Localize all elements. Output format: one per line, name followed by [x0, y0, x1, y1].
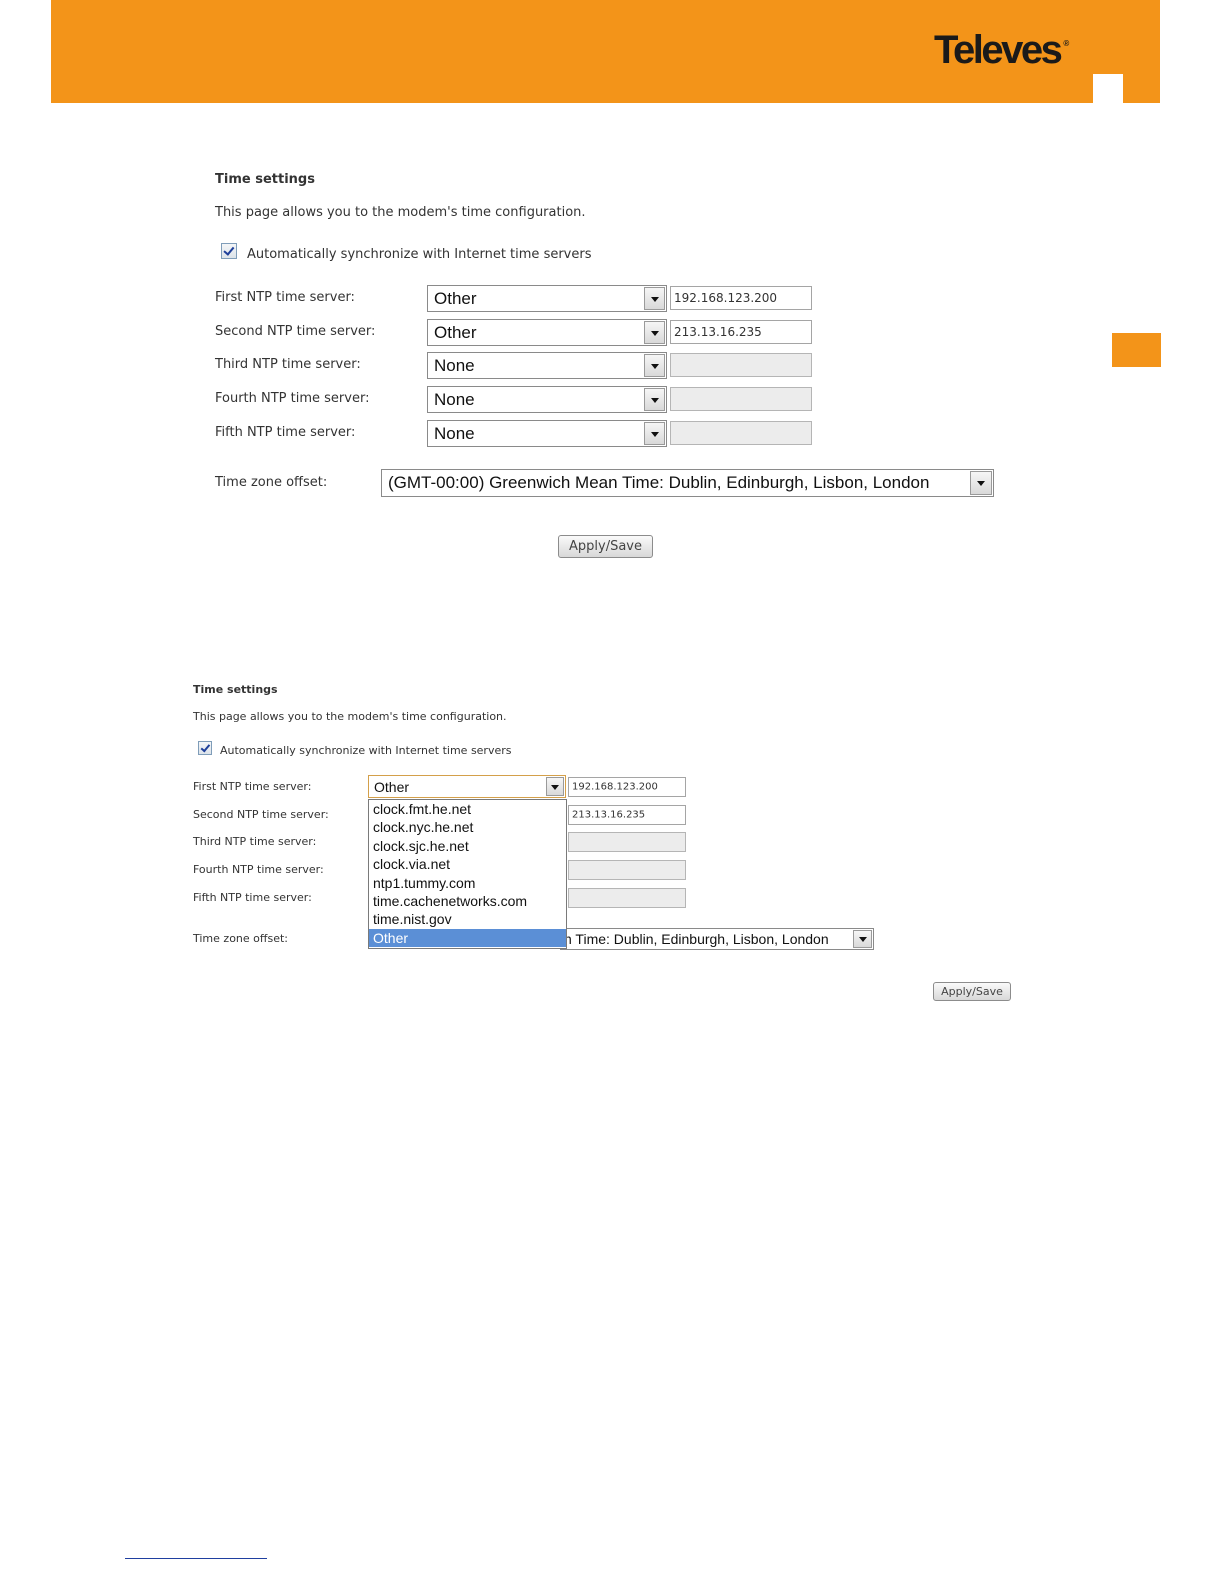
ntp-label-3: Third NTP time server:: [193, 835, 317, 848]
apply-save-button[interactable]: Apply/Save: [933, 982, 1011, 1001]
dropdown-option[interactable]: time.nist.gov: [369, 910, 566, 928]
timezone-select[interactable]: n Time: Dublin, Edinburgh, Lisbon, Londo…: [560, 928, 874, 950]
televes-logo: Televes ®: [934, 28, 1070, 72]
footnote-divider: [125, 1558, 267, 1559]
chevron-down-icon: [546, 777, 564, 796]
page-description: This page allows you to the modem's time…: [215, 205, 586, 220]
ntp-label-1: First NTP time server:: [193, 780, 312, 793]
side-tab-marker: [1112, 333, 1161, 367]
timezone-label: Time zone offset:: [193, 932, 288, 945]
ntp-server-4-select[interactable]: None: [427, 386, 667, 413]
ntp-options-dropdown[interactable]: clock.fmt.he.net clock.nyc.he.net clock.…: [368, 799, 567, 949]
ntp-server-3-input[interactable]: [568, 832, 686, 852]
ntp-server-5-input[interactable]: [568, 888, 686, 908]
timezone-label: Time zone offset:: [215, 475, 328, 490]
chevron-down-icon: [644, 354, 665, 377]
dropdown-option[interactable]: time.cachenetworks.com: [369, 892, 566, 910]
ntp-server-1-select[interactable]: Other: [427, 285, 667, 312]
ntp-server-4-input[interactable]: [670, 387, 812, 411]
ntp-server-1-select[interactable]: Other: [368, 775, 566, 798]
ntp-label-2: Second NTP time server:: [215, 324, 376, 339]
dropdown-option[interactable]: clock.sjc.he.net: [369, 837, 566, 855]
ntp-label-5: Fifth NTP time server:: [193, 891, 312, 904]
chevron-down-icon: [970, 471, 992, 495]
dropdown-option-highlighted[interactable]: Other: [369, 928, 566, 948]
auto-sync-checkbox[interactable]: [198, 741, 212, 755]
ntp-server-3-select[interactable]: None: [427, 352, 667, 379]
ntp-label-4: Fourth NTP time server:: [193, 863, 324, 876]
ntp-label-4: Fourth NTP time server:: [215, 391, 370, 406]
chevron-down-icon: [644, 287, 665, 310]
ntp-server-2-input[interactable]: 213.13.16.235: [568, 805, 686, 825]
ntp-server-1-input[interactable]: 192.168.123.200: [568, 777, 686, 797]
chevron-down-icon: [853, 930, 872, 948]
header-notch: [1093, 74, 1123, 103]
auto-sync-checkbox[interactable]: [221, 243, 237, 259]
ntp-server-5-select[interactable]: None: [427, 420, 667, 447]
ntp-server-2-input[interactable]: 213.13.16.235: [670, 320, 812, 344]
ntp-server-5-input[interactable]: [670, 421, 812, 445]
chevron-down-icon: [644, 422, 665, 445]
dropdown-option[interactable]: clock.fmt.he.net: [369, 800, 566, 818]
dropdown-option[interactable]: clock.via.net: [369, 855, 566, 873]
ntp-label-3: Third NTP time server:: [215, 357, 361, 372]
ntp-server-1-input[interactable]: 192.168.123.200: [670, 286, 812, 310]
ntp-label-5: Fifth NTP time server:: [215, 425, 356, 440]
ntp-server-4-input[interactable]: [568, 860, 686, 880]
dropdown-option[interactable]: ntp1.tummy.com: [369, 874, 566, 892]
auto-sync-label: Automatically synchronize with Internet …: [220, 744, 512, 757]
chevron-down-icon: [644, 321, 665, 344]
ntp-label-1: First NTP time server:: [215, 290, 355, 305]
dropdown-option[interactable]: clock.nyc.he.net: [369, 818, 566, 836]
chevron-down-icon: [644, 388, 665, 411]
ntp-label-2: Second NTP time server:: [193, 808, 329, 821]
page-title: Time settings: [215, 172, 315, 187]
auto-sync-label: Automatically synchronize with Internet …: [247, 247, 592, 262]
ntp-server-3-input[interactable]: [670, 353, 812, 377]
ntp-server-2-select[interactable]: Other: [427, 319, 667, 346]
page-title: Time settings: [193, 683, 278, 696]
timezone-select[interactable]: (GMT-00:00) Greenwich Mean Time: Dublin,…: [381, 469, 994, 497]
page-description: This page allows you to the modem's time…: [193, 710, 507, 723]
apply-save-button[interactable]: Apply/Save: [558, 535, 653, 558]
